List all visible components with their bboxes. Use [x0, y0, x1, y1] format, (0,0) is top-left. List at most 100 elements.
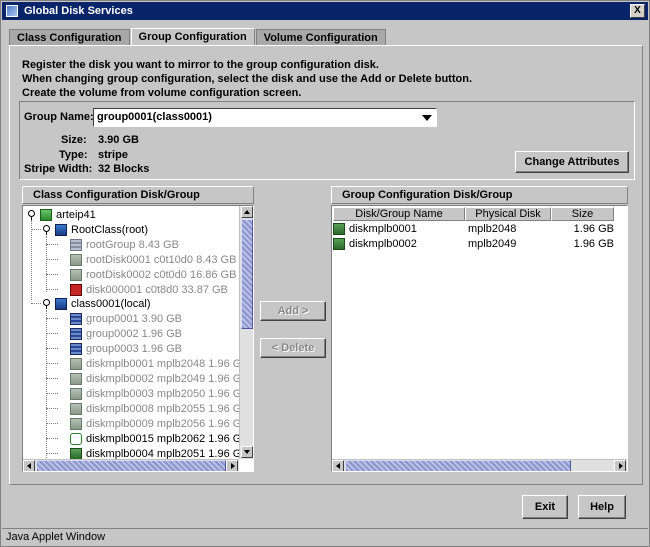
group-name-select[interactable]: group0001(class0001) [93, 108, 437, 127]
disk-icon [333, 223, 345, 235]
instructions: Register the disk you want to mirror to … [22, 58, 472, 100]
tree-node-host[interactable]: arteip41 [40, 207, 108, 222]
scroll-thumb[interactable] [241, 219, 253, 329]
size-value: 3.90 GB [98, 134, 139, 146]
tree-node-group0003[interactable]: group0003 1.96 GB [70, 341, 194, 356]
tree-node-rootdisk0001[interactable]: rootDisk0001 c0t10d0 8.43 GB [70, 252, 248, 267]
group-attributes-box: Group Name: group0001(class0001) Size: 3… [19, 101, 635, 180]
change-attributes-button[interactable]: Change Attributes [515, 151, 629, 173]
table-row[interactable]: diskmplb0002 mplb2049 1.96 GB [333, 237, 614, 251]
stripe-width-label: Stripe Width: [24, 163, 93, 175]
host-icon [40, 208, 52, 221]
disk-icon [70, 447, 82, 460]
scroll-right-button[interactable] [226, 460, 238, 471]
add-button[interactable]: Add > [260, 301, 326, 321]
cell-physical: mplb2049 [468, 238, 517, 250]
tree-node-label: class0001(local) [71, 297, 151, 310]
instruction-line: Create the volume from volume configurat… [22, 87, 302, 99]
scroll-thumb[interactable] [345, 460, 571, 471]
scroll-left-button[interactable] [23, 460, 35, 471]
tree-node-diskmplb0009[interactable]: diskmplb0009 mplb2056 1.96 GB [70, 416, 253, 431]
tree-node-label: diskmplb0015 mplb2062 1.96 GB [86, 432, 249, 445]
chevron-down-icon[interactable] [422, 115, 432, 121]
exit-button[interactable]: Exit [522, 495, 568, 519]
column-header-size[interactable]: Size [551, 207, 614, 221]
cell-size: 1.96 GB [573, 238, 614, 250]
window-title: Global Disk Services [24, 5, 133, 17]
scroll-thumb[interactable] [36, 460, 226, 471]
expand-handle-icon[interactable] [27, 210, 36, 220]
tab-class-configuration[interactable]: Class Configuration [9, 29, 130, 46]
disk-error-icon [70, 283, 82, 296]
group-configuration-disk-panel: Group Configuration Disk/Group Disk/Grou… [331, 186, 628, 472]
cell-name: diskmplb0002 [349, 238, 417, 250]
disk-icon [70, 372, 82, 385]
group-name-value: group0001(class0001) [97, 111, 212, 123]
title-bar: Global Disk Services X [2, 2, 648, 20]
tree-node-rootclass[interactable]: RootClass(root) [55, 222, 160, 237]
expand-handle-icon[interactable] [42, 225, 51, 235]
tree-node-label: arteip41 [56, 208, 96, 221]
status-bar: Java Applet Window [2, 528, 648, 546]
main-window: Global Disk Services X Class Configurati… [0, 0, 650, 547]
group-icon [70, 327, 82, 340]
tree-node-diskmplb0001[interactable]: diskmplb0001 mplb2048 1.96 GB [70, 356, 253, 371]
tree-node-label: diskmplb0001 mplb2048 1.96 GB [86, 357, 249, 370]
tree-node-label: diskmplb0004 mplb2051 1.96 GB [86, 447, 249, 460]
type-label: Type: [59, 149, 88, 161]
scroll-right-button[interactable] [614, 460, 626, 471]
delete-button[interactable]: < Delete [260, 338, 326, 358]
tree-node-label: RootClass(root) [71, 223, 149, 236]
class-tree[interactable]: arteip41 RootClass(root) rootGroup 8.43 … [22, 205, 254, 472]
tree-node-diskmplb0002[interactable]: diskmplb0002 mplb2049 1.96 GB [70, 371, 253, 386]
disk-icon [70, 402, 82, 415]
stripe-width-value: 32 Blocks [98, 163, 150, 175]
tree-horizontal-scrollbar[interactable] [23, 459, 239, 471]
tree-node-label: rootDisk0001 c0t10d0 8.43 GB [86, 253, 237, 266]
tree-node-group0002[interactable]: group0002 1.96 GB [70, 326, 194, 341]
disk-icon [70, 357, 82, 370]
scroll-left-button[interactable] [332, 460, 344, 471]
type-value: stripe [98, 149, 128, 161]
close-button[interactable]: X [630, 4, 645, 18]
tree-node-disk000001[interactable]: disk000001 c0t8d0 33.87 GB [70, 282, 240, 297]
class-configuration-panel-title: Class Configuration Disk/Group [22, 186, 254, 204]
class-icon [55, 297, 67, 310]
help-button[interactable]: Help [578, 495, 626, 519]
tree-vertical-scrollbar[interactable] [239, 206, 253, 459]
group-icon [70, 312, 82, 325]
scroll-down-button[interactable] [241, 446, 253, 458]
tree-node-rootdisk0002[interactable]: rootDisk0002 c0t0d0 16.86 GB [70, 267, 248, 282]
column-header-physical-disk[interactable]: Physical Disk [465, 207, 551, 221]
tree-node-rootgroup[interactable]: rootGroup 8.43 GB [70, 237, 191, 252]
tree-node-label: diskmplb0009 mplb2056 1.96 GB [86, 417, 249, 430]
table-horizontal-scrollbar[interactable] [332, 459, 627, 471]
disk-icon [333, 238, 345, 250]
tab-group-configuration[interactable]: Group Configuration [130, 28, 255, 46]
size-label: Size: [61, 134, 87, 146]
tree-node-label: group0002 1.96 GB [86, 327, 183, 340]
tree-node-label: diskmplb0003 mplb2050 1.96 GB [86, 387, 249, 400]
tree-node-class0001[interactable]: class0001(local) [55, 296, 162, 311]
tree-node-diskmplb0015[interactable]: diskmplb0015 mplb2062 1.96 GB [70, 431, 253, 446]
scroll-up-button[interactable] [241, 206, 253, 218]
tree-node-diskmplb0008[interactable]: diskmplb0008 mplb2055 1.96 GB [70, 401, 253, 416]
class-configuration-panel: Class Configuration Disk/Group arteip41 … [22, 186, 254, 472]
tree-node-diskmplb0003[interactable]: diskmplb0003 mplb2050 1.96 GB [70, 386, 253, 401]
group-name-label: Group Name: [24, 111, 94, 123]
table-header: Disk/Group Name Physical Disk Size [333, 207, 614, 221]
app-icon [6, 5, 18, 17]
tree-node-group0001[interactable]: group0001 3.90 GB [70, 311, 194, 326]
disk-icon [70, 253, 82, 266]
tree-node-label: group0003 1.96 GB [86, 342, 183, 355]
group-disk-table[interactable]: Disk/Group Name Physical Disk Size diskm… [331, 205, 628, 472]
expand-handle-icon[interactable] [42, 299, 51, 309]
tab-volume-configuration[interactable]: Volume Configuration [255, 29, 386, 46]
group-configuration-panel-title: Group Configuration Disk/Group [331, 186, 628, 204]
table-row[interactable]: diskmplb0001 mplb2048 1.96 GB [333, 222, 614, 236]
disk-free-icon [70, 432, 82, 445]
disk-icon [70, 417, 82, 430]
cell-physical: mplb2048 [468, 223, 517, 235]
disk-icon [70, 387, 82, 400]
column-header-name[interactable]: Disk/Group Name [333, 207, 465, 221]
